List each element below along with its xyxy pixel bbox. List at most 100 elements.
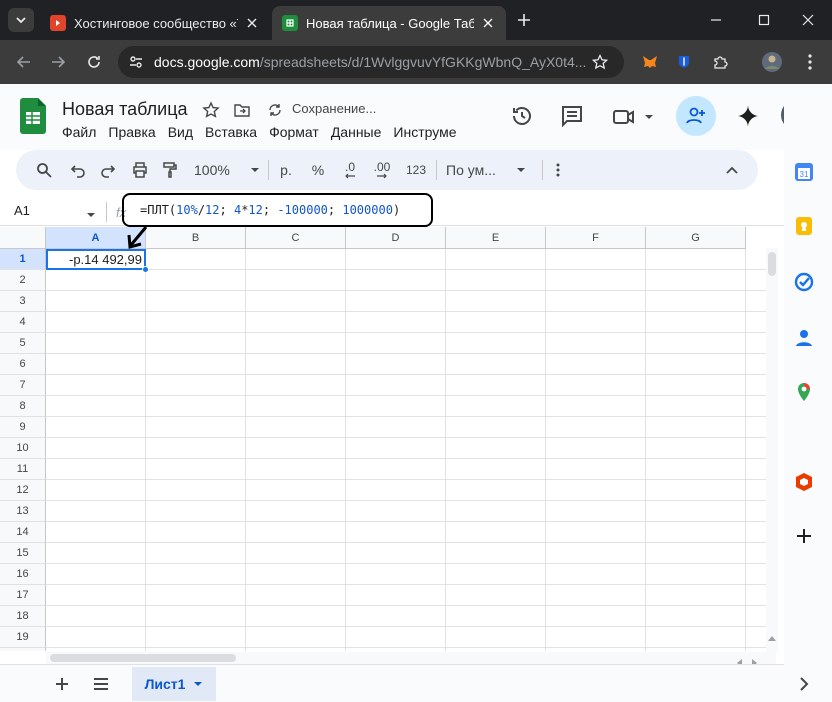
more-tools-button[interactable] bbox=[550, 158, 566, 182]
row-header-12[interactable]: 12 bbox=[0, 480, 46, 501]
tab-title: Хостинговое сообщество «Tim bbox=[74, 15, 238, 31]
collapse-panel-button[interactable] bbox=[794, 674, 814, 699]
back-button[interactable] bbox=[12, 50, 36, 74]
column-header-e[interactable]: E bbox=[446, 227, 546, 249]
column-header-b[interactable]: B bbox=[146, 227, 246, 249]
menu-edit[interactable]: Правка bbox=[108, 124, 155, 140]
profile-avatar-button[interactable] bbox=[760, 50, 784, 74]
menu-tools[interactable]: Инструме bbox=[393, 124, 456, 140]
extensions-button[interactable] bbox=[708, 50, 732, 74]
browser-tab-sheets[interactable]: Новая таблица - Google Таблиц bbox=[272, 6, 506, 40]
maximize-button[interactable] bbox=[750, 6, 778, 34]
decrease-decimals-button[interactable]: .0 bbox=[338, 158, 362, 182]
row-header-6[interactable]: 6 bbox=[0, 354, 46, 375]
font-select[interactable]: По ум... bbox=[446, 158, 526, 182]
row-header-17[interactable]: 17 bbox=[0, 585, 46, 606]
fill-handle[interactable] bbox=[142, 266, 149, 273]
keep-icon[interactable] bbox=[794, 216, 814, 241]
contacts-icon[interactable] bbox=[794, 328, 814, 353]
meet-button[interactable] bbox=[612, 104, 660, 130]
scrollbar-thumb[interactable] bbox=[50, 654, 236, 662]
address-bar[interactable]: docs.google.com/spreadsheets/d/1Wvlggvuv… bbox=[118, 46, 624, 78]
new-tab-button[interactable] bbox=[514, 10, 534, 30]
gemini-icon[interactable] bbox=[736, 104, 760, 133]
row-header-10[interactable]: 10 bbox=[0, 438, 46, 459]
close-window-button[interactable] bbox=[794, 6, 822, 34]
name-box-dropdown-icon[interactable] bbox=[86, 207, 96, 225]
spreadsheet-grid[interactable]: ABCDEFG 1234567891011121314151617181920 … bbox=[0, 227, 766, 651]
sheets-logo-icon[interactable] bbox=[20, 98, 46, 139]
row-header-4[interactable]: 4 bbox=[0, 312, 46, 333]
row-header-1[interactable]: 1 bbox=[0, 249, 46, 270]
row-header-7[interactable]: 7 bbox=[0, 375, 46, 396]
sheet-tab[interactable]: Лист1 bbox=[132, 667, 216, 701]
office-addon-icon[interactable] bbox=[794, 472, 814, 497]
row-header-11[interactable]: 11 bbox=[0, 459, 46, 480]
row-header-3[interactable]: 3 bbox=[0, 291, 46, 312]
menu-data[interactable]: Данные bbox=[331, 124, 382, 140]
version-history-icon[interactable] bbox=[510, 104, 534, 133]
menu-view[interactable]: Вид bbox=[168, 124, 193, 140]
tab-search-button[interactable] bbox=[8, 8, 34, 32]
share-button[interactable] bbox=[676, 96, 716, 136]
zoom-select[interactable]: 100% bbox=[194, 158, 260, 182]
row-header-8[interactable]: 8 bbox=[0, 396, 46, 417]
row-header-15[interactable]: 15 bbox=[0, 543, 46, 564]
row-header-13[interactable]: 13 bbox=[0, 501, 46, 522]
print-button[interactable] bbox=[128, 158, 152, 182]
row-header-9[interactable]: 9 bbox=[0, 417, 46, 438]
close-tab-icon[interactable] bbox=[244, 15, 260, 31]
add-addon-button[interactable] bbox=[794, 526, 814, 551]
menu-insert[interactable]: Вставка bbox=[205, 124, 257, 140]
scroll-up-icon[interactable] bbox=[768, 628, 776, 646]
row-header-19[interactable]: 19 bbox=[0, 627, 46, 648]
row-header-16[interactable]: 16 bbox=[0, 564, 46, 585]
search-menus-button[interactable] bbox=[32, 158, 56, 182]
browser-menu-button[interactable] bbox=[798, 50, 822, 74]
redo-button[interactable] bbox=[96, 158, 120, 182]
menu-format[interactable]: Формат bbox=[269, 124, 319, 140]
column-header-c[interactable]: C bbox=[246, 227, 346, 249]
row-header-20[interactable]: 20 bbox=[0, 648, 46, 651]
vertical-scrollbar[interactable] bbox=[766, 248, 778, 652]
column-header-g[interactable]: G bbox=[646, 227, 746, 249]
currency-format-button[interactable]: р. bbox=[276, 158, 296, 182]
bookmark-star-button[interactable] bbox=[588, 50, 612, 74]
maps-icon[interactable] bbox=[794, 382, 814, 407]
column-header-d[interactable]: D bbox=[346, 227, 446, 249]
row-header-18[interactable]: 18 bbox=[0, 606, 46, 627]
scrollbar-thumb[interactable] bbox=[768, 252, 776, 276]
percent-format-button[interactable]: % bbox=[308, 158, 328, 182]
undo-button[interactable] bbox=[66, 158, 90, 182]
metamask-extension-button[interactable] bbox=[638, 50, 662, 74]
hide-menus-button[interactable] bbox=[720, 158, 744, 182]
select-all-corner[interactable] bbox=[0, 227, 46, 249]
name-box[interactable]: A1 bbox=[14, 203, 30, 218]
browser-tab-timeweb[interactable]: Хостинговое сообщество «Tim bbox=[40, 6, 270, 40]
horizontal-scrollbar[interactable] bbox=[46, 652, 776, 667]
all-sheets-button[interactable] bbox=[92, 676, 110, 697]
kebab-menu-icon bbox=[556, 163, 560, 177]
add-sheet-button[interactable] bbox=[54, 676, 70, 697]
number-format-button[interactable]: 123 bbox=[402, 158, 430, 182]
reload-button[interactable] bbox=[82, 50, 106, 74]
row-header-5[interactable]: 5 bbox=[0, 333, 46, 354]
move-folder-icon[interactable] bbox=[233, 101, 251, 124]
site-info-icon[interactable] bbox=[128, 54, 144, 70]
row-header-14[interactable]: 14 bbox=[0, 522, 46, 543]
search-icon bbox=[37, 163, 52, 178]
bitwarden-extension-button[interactable] bbox=[672, 50, 696, 74]
row-header-2[interactable]: 2 bbox=[0, 270, 46, 291]
menu-file[interactable]: Файл bbox=[62, 124, 96, 140]
comments-icon[interactable] bbox=[560, 104, 584, 133]
document-title[interactable]: Новая таблица bbox=[62, 99, 188, 120]
forward-button[interactable] bbox=[46, 50, 70, 74]
tasks-icon[interactable] bbox=[794, 272, 814, 297]
minimize-button[interactable] bbox=[702, 6, 730, 34]
star-document-icon[interactable] bbox=[202, 101, 220, 124]
paint-format-button[interactable] bbox=[158, 158, 182, 182]
increase-decimals-button[interactable]: .00 bbox=[368, 158, 396, 182]
column-header-f[interactable]: F bbox=[546, 227, 646, 249]
close-tab-icon[interactable] bbox=[480, 15, 496, 31]
calendar-icon[interactable]: 31 bbox=[794, 162, 814, 187]
